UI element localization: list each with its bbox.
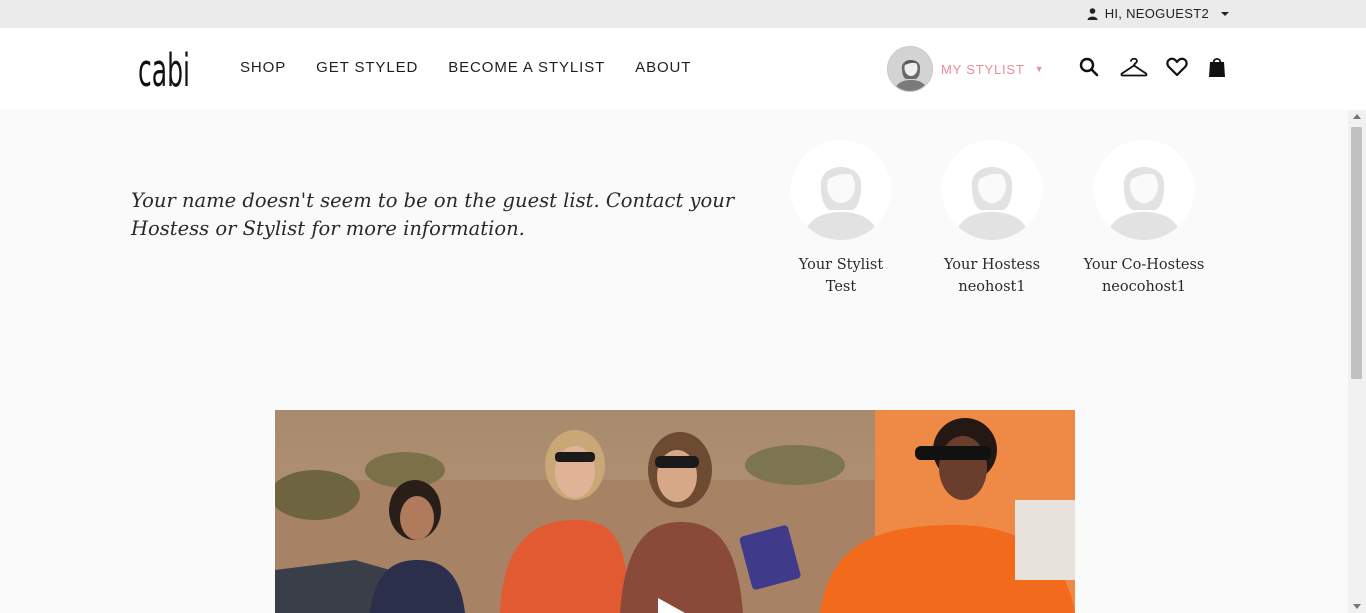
header-icons (1077, 55, 1226, 79)
heart-icon[interactable] (1166, 55, 1188, 79)
video-thumbnail (275, 410, 1075, 613)
avatar-silhouette-icon (1094, 140, 1194, 240)
stylist-caret-icon: ▼ (1034, 64, 1044, 74)
user-icon (1087, 7, 1098, 20)
hostess-avatar-placeholder (942, 140, 1042, 240)
my-stylist-dropdown[interactable]: MY STYLIST ▼ (887, 46, 1044, 92)
co-hostess-name: neocohost1 (1101, 279, 1187, 295)
avatar-placeholder-icon (888, 47, 932, 91)
guest-list-message: Your name doesn't seem to be on the gues… (131, 189, 735, 240)
nav-about[interactable]: ABOUT (635, 59, 691, 76)
nav-get-styled[interactable]: GET STYLED (316, 59, 418, 76)
avatar-silhouette-icon (942, 140, 1042, 240)
hostess-role: Your Hostess (943, 257, 1041, 273)
svg-text:cabi: cabi (138, 44, 190, 92)
stylist-avatar (887, 46, 933, 92)
user-greeting[interactable]: HI, NEOGUEST2 (1105, 6, 1209, 21)
hostess-name: neohost1 (958, 279, 1026, 295)
scroll-up-arrow[interactable] (1353, 114, 1361, 119)
avatar-silhouette-icon (791, 140, 891, 240)
main-nav: SHOP GET STYLED BECOME A STYLIST ABOUT (240, 59, 691, 76)
co-hostess-card: Your Co-Hostess neocohost1 (1079, 140, 1209, 298)
hanger-icon[interactable] (1120, 55, 1148, 79)
stylist-role: Your Stylist (798, 257, 884, 273)
nav-become-a-stylist[interactable]: BECOME A STYLIST (448, 59, 605, 76)
shopping-bag-icon[interactable] (1208, 55, 1226, 79)
stylist-card: Your Stylist Test (776, 140, 906, 298)
scroll-thumb[interactable] (1351, 127, 1362, 379)
co-hostess-role: Your Co-Hostess (1083, 257, 1205, 273)
stylist-avatar-placeholder (791, 140, 891, 240)
hostess-card: Your Hostess neohost1 (927, 140, 1057, 298)
nav-shop[interactable]: SHOP (240, 59, 286, 76)
caret-down-icon (1221, 11, 1229, 16)
user-account-menu[interactable]: HI, NEOGUEST2 (1087, 6, 1230, 21)
main-content: Your name doesn't seem to be on the gues… (0, 110, 1348, 613)
cabi-logo[interactable]: cabi (136, 36, 192, 92)
search-icon[interactable] (1077, 55, 1101, 79)
my-stylist-label[interactable]: MY STYLIST (941, 62, 1025, 77)
scroll-down-arrow[interactable] (1353, 604, 1361, 609)
stylist-name: Test (825, 279, 857, 295)
promo-video[interactable] (275, 410, 1075, 613)
page-scrollbar[interactable] (1348, 110, 1366, 613)
site-header: cabi SHOP GET STYLED BECOME A STYLIST AB… (0, 28, 1366, 110)
top-utility-bar: HI, NEOGUEST2 (0, 0, 1366, 28)
co-hostess-avatar-placeholder (1094, 140, 1194, 240)
